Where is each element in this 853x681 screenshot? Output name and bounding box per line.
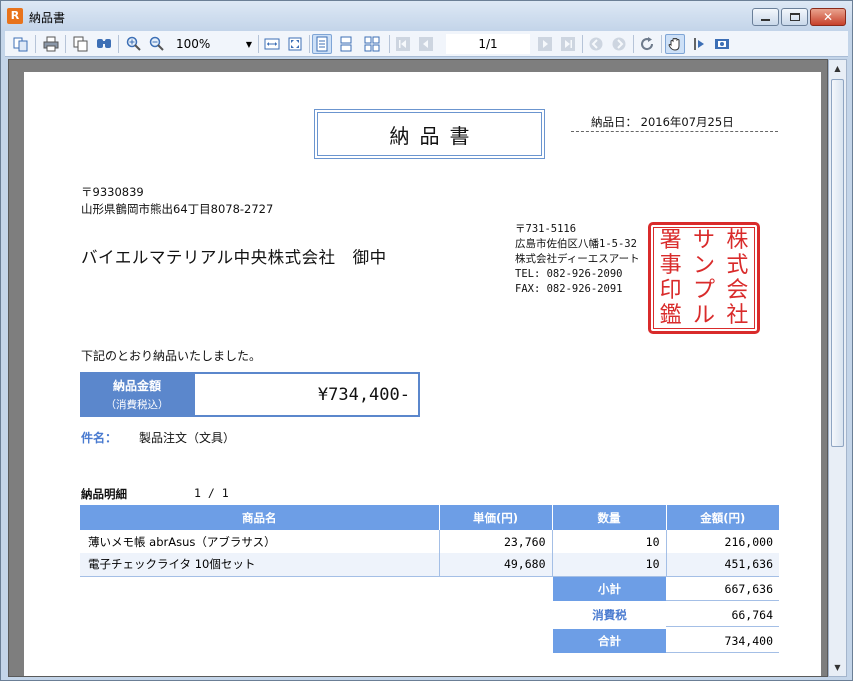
item-quantity: 10	[551, 530, 666, 553]
column-header: 金額(円)	[665, 505, 779, 530]
recipient-address: 山形県鶴岡市熊出64丁目8078-2727	[81, 202, 274, 216]
continuous-icon[interactable]	[336, 34, 356, 54]
minimize-button[interactable]	[752, 8, 779, 26]
maximize-icon	[789, 13, 800, 21]
tax-value: 66,764	[666, 603, 779, 627]
zoom-select[interactable]: 100% ▼	[172, 34, 256, 54]
amount-value: ¥734,400-	[194, 372, 420, 417]
tax-label: 消費税	[592, 608, 627, 622]
sender-postal: 〒731-5116	[515, 223, 577, 235]
item-quantity: 10	[551, 553, 666, 577]
maximize-button[interactable]	[781, 8, 808, 26]
subtotal-label: 小計	[553, 577, 666, 601]
item-amount: 216,000	[665, 530, 779, 553]
total-label: 合計	[553, 629, 666, 653]
back-icon[interactable]	[586, 34, 606, 54]
total-value: 734,400	[666, 629, 779, 653]
document-viewer[interactable]: 納品書 納品日： 2016年07月25日 〒9330839 山形県鶴岡市熊出64…	[8, 59, 828, 677]
document-title: 納品書	[317, 112, 542, 156]
detail-label: 納品明細	[81, 487, 127, 501]
sender-tel: TEL: 082-926-2090	[515, 268, 623, 280]
intro-text: 下記のとおり納品いたしました。	[81, 349, 262, 363]
subtotal-value: 667,636	[666, 577, 779, 601]
sender-info: 〒731-5116 広島市佐伯区八幡1-5-32 株式会社ディーエスアート TE…	[515, 222, 640, 297]
sender-address: 広島市佐伯区八幡1-5-32	[515, 238, 637, 250]
refresh-icon[interactable]	[637, 34, 657, 54]
zoom-value: 100%	[176, 37, 211, 51]
single-page-icon[interactable]	[312, 34, 332, 54]
amount-label-sub: （消費税込）	[105, 399, 169, 411]
table-row: 薄いメモ帳 abrAsus（アブラサス） 23,760 10 216,000	[80, 530, 779, 553]
fit-page-icon[interactable]	[285, 34, 305, 54]
subject-label: 件名：	[81, 431, 118, 445]
chevron-down-icon: ▼	[245, 39, 252, 49]
copy-pages-icon[interactable]	[11, 34, 31, 54]
table-header-row: 商品名 単価(円) 数量 金額(円)	[80, 505, 779, 530]
hand-tool-icon[interactable]	[665, 34, 685, 54]
next-page-icon[interactable]	[535, 34, 555, 54]
text-select-icon[interactable]	[689, 34, 709, 54]
items-table: 商品名 単価(円) 数量 金額(円) 薄いメモ帳 abrAsus（アブラサス） …	[80, 505, 779, 577]
close-button[interactable]: ✕	[810, 8, 846, 26]
window-title: 納品書	[29, 11, 66, 25]
app-icon: R	[7, 8, 23, 24]
document-page: 納品書 納品日： 2016年07月25日 〒9330839 山形県鶴岡市熊出64…	[24, 72, 821, 676]
table-row: 電子チェックライタ 10個セット 49,680 10 451,636	[80, 553, 779, 577]
recipient-name: バイエルマテリアル中央株式会社 御中	[81, 248, 387, 267]
forward-icon[interactable]	[609, 34, 629, 54]
export-icon[interactable]	[712, 34, 732, 54]
copy-icon[interactable]	[71, 34, 91, 54]
scrollbar-thumb[interactable]	[831, 79, 844, 447]
column-header: 商品名	[80, 505, 439, 530]
print-icon[interactable]	[41, 34, 61, 54]
sender-company: 株式会社ディーエスアート	[515, 253, 640, 265]
sender-fax: FAX: 082-926-2091	[515, 283, 623, 295]
column-header: 単価(円)	[438, 505, 552, 530]
page-count: 1 / 1	[194, 486, 229, 500]
zoom-out-icon[interactable]	[147, 34, 167, 54]
last-page-icon[interactable]	[558, 34, 578, 54]
fit-width-icon[interactable]	[262, 34, 282, 54]
amount-label-main: 納品金額	[112, 379, 161, 393]
prev-page-icon[interactable]	[416, 34, 436, 54]
first-page-icon[interactable]	[393, 34, 413, 54]
multi-page-icon[interactable]	[359, 34, 385, 54]
scroll-up-icon[interactable]: ▲	[829, 60, 846, 77]
item-amount: 451,636	[665, 553, 779, 577]
item-name: 電子チェックライタ 10個セット	[80, 553, 439, 577]
amount-label: 納品金額 （消費税込）	[80, 372, 194, 417]
subject-value: 製品注文（文具）	[139, 431, 236, 445]
column-header: 数量	[551, 505, 666, 530]
find-icon[interactable]	[94, 34, 114, 54]
item-unit-price: 23,760	[438, 530, 552, 553]
scroll-down-icon[interactable]: ▼	[829, 659, 846, 676]
toolbar: 100% ▼ 1/1	[5, 31, 848, 57]
delivery-date: 納品日： 2016年07月25日	[571, 114, 778, 132]
app-window: R 納品書 ✕ 100% ▼ 1/1 納品書 納品日： 2016年07月25日 …	[0, 0, 853, 681]
document-title-box: 納品書	[314, 109, 545, 159]
close-icon: ✕	[822, 10, 834, 24]
page-indicator[interactable]: 1/1	[446, 34, 530, 54]
item-name: 薄いメモ帳 abrAsus（アブラサス）	[88, 534, 276, 549]
title-bar[interactable]: R 納品書 ✕	[1, 1, 852, 31]
recipient-postal: 〒9330839	[81, 185, 144, 199]
item-unit-price: 49,680	[438, 553, 552, 577]
minimize-icon	[761, 19, 770, 21]
zoom-in-icon[interactable]	[124, 34, 144, 54]
vertical-scrollbar[interactable]: ▲ ▼	[828, 59, 847, 677]
company-seal-stamp: 株 式 会 社 サ ン プ ル 署 事 印 鑑	[648, 222, 760, 334]
